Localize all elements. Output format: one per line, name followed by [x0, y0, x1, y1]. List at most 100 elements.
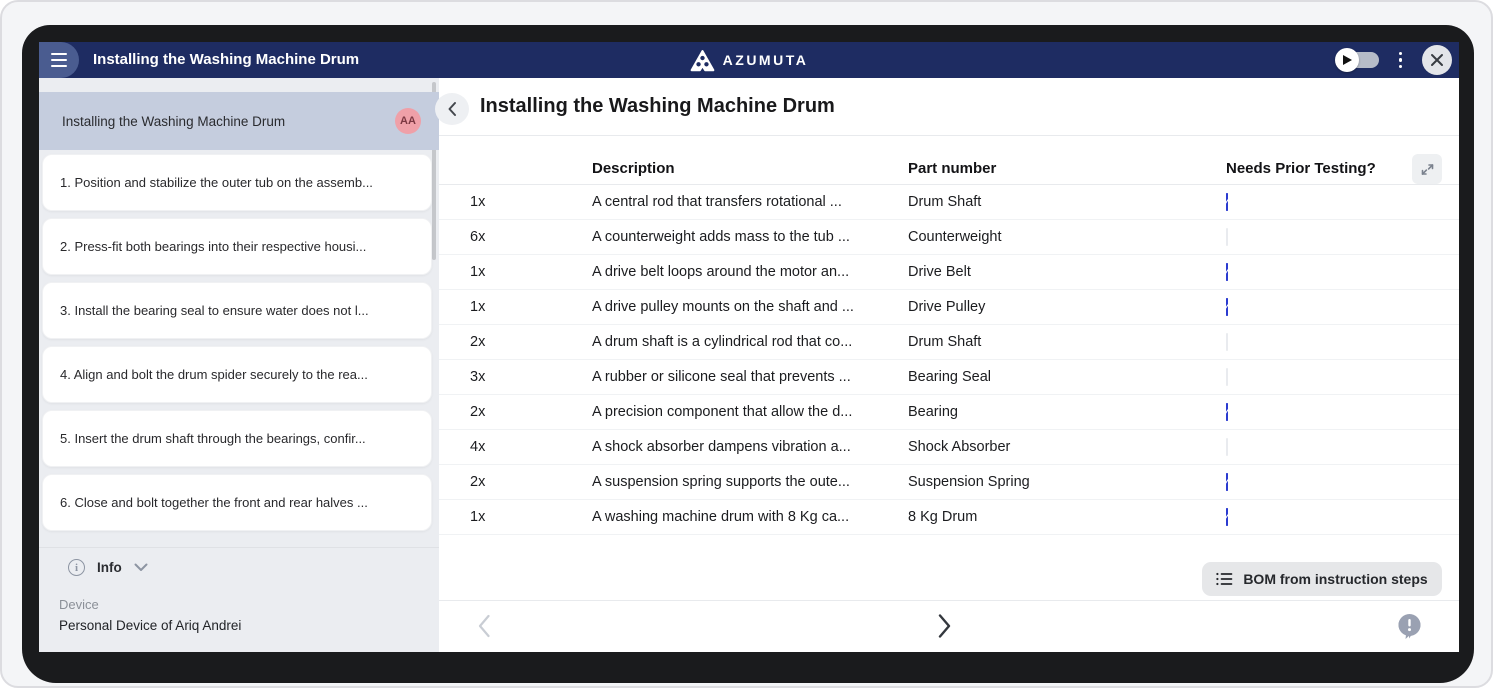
- device-label: Device: [59, 597, 99, 612]
- tablet-bezel: Installing the Washing Machine Drum AZUM…: [22, 25, 1474, 683]
- row-qty: 2x: [470, 404, 592, 420]
- table-row: 2x A drum shaft is a cylindrical rod tha…: [439, 325, 1459, 360]
- alert-bubble-icon: [1396, 613, 1423, 640]
- row-checkbox[interactable]: [1226, 333, 1228, 351]
- step-label: 3. Install the bearing seal to ensure wa…: [60, 303, 369, 318]
- info-icon: i: [68, 559, 85, 576]
- row-checkbox[interactable]: [1226, 508, 1228, 526]
- row-description: A counterweight adds mass to the tub ...: [592, 229, 908, 245]
- step-label: 1. Position and stabilize the outer tub …: [60, 175, 373, 190]
- row-part-number: Bearing Seal: [908, 369, 1226, 385]
- row-part-number: Drive Pulley: [908, 299, 1226, 315]
- step-label: 5. Insert the drum shaft through the bea…: [60, 431, 366, 446]
- sidebar-step-item[interactable]: 2. Press-fit both bearings into their re…: [42, 218, 432, 275]
- step-label: 2. Press-fit both bearings into their re…: [60, 239, 366, 254]
- alert-bubble-button[interactable]: [1396, 613, 1423, 643]
- steps-sidebar: Installing the Washing Machine Drum AA 1…: [39, 78, 439, 652]
- list-icon: [1216, 572, 1233, 586]
- app-window: Installing the Washing Machine Drum AZUM…: [39, 42, 1459, 652]
- info-label: Info: [97, 560, 122, 575]
- row-qty: 1x: [470, 509, 592, 525]
- azumuta-logo-icon: [690, 49, 715, 72]
- row-qty: 4x: [470, 439, 592, 455]
- table-row: 3x A rubber or silicone seal that preven…: [439, 360, 1459, 395]
- step-label: 4. Align and bolt the drum spider secure…: [60, 367, 368, 382]
- row-part-number: Counterweight: [908, 229, 1226, 245]
- sidebar-step-item[interactable]: 5. Insert the drum shaft through the bea…: [42, 410, 432, 467]
- row-checkbox[interactable]: [1226, 228, 1228, 246]
- row-checkbox[interactable]: [1226, 403, 1228, 421]
- close-icon: [1430, 53, 1444, 67]
- table-row: 1x A drive belt loops around the motor a…: [439, 255, 1459, 290]
- row-part-number: Bearing: [908, 404, 1226, 420]
- next-step-button[interactable]: [937, 613, 952, 642]
- row-part-number: Shock Absorber: [908, 439, 1226, 455]
- play-toggle[interactable]: [1339, 52, 1379, 68]
- part-number-column-header: Part number: [908, 160, 1226, 177]
- row-description: A shock absorber dampens vibration a...: [592, 439, 908, 455]
- sidebar-step-item[interactable]: 4. Align and bolt the drum spider secure…: [42, 346, 432, 403]
- back-button[interactable]: [435, 93, 469, 125]
- row-qty: 1x: [470, 194, 592, 210]
- table-row: 1x A washing machine drum with 8 Kg ca..…: [439, 500, 1459, 535]
- main-content: Installing the Washing Machine Drum Desc…: [439, 78, 1459, 652]
- row-checkbox[interactable]: [1226, 298, 1228, 316]
- step-label: 6. Close and bolt together the front and…: [60, 495, 368, 510]
- chevron-down-icon: [134, 563, 148, 572]
- description-column-header: Description: [592, 160, 908, 177]
- expand-table-button[interactable]: [1412, 154, 1442, 184]
- app-topbar: Installing the Washing Machine Drum AZUM…: [39, 42, 1459, 78]
- kebab-menu-icon[interactable]: [1395, 48, 1407, 73]
- row-checkbox[interactable]: [1226, 473, 1228, 491]
- row-checkbox[interactable]: [1226, 193, 1228, 211]
- topbar-title: Installing the Washing Machine Drum: [93, 42, 359, 78]
- row-qty: 6x: [470, 229, 592, 245]
- row-description: A drive belt loops around the motor an..…: [592, 264, 908, 280]
- info-toggle[interactable]: i Info: [68, 559, 148, 576]
- row-description: A drive pulley mounts on the shaft and .…: [592, 299, 908, 315]
- previous-step-button[interactable]: [477, 614, 491, 641]
- row-qty: 1x: [470, 299, 592, 315]
- expand-icon: [1420, 162, 1435, 177]
- chevron-left-icon: [447, 101, 457, 117]
- chevron-left-icon: [477, 614, 491, 638]
- sidebar-item-label: Installing the Washing Machine Drum: [62, 114, 395, 129]
- device-frame: Installing the Washing Machine Drum AZUM…: [0, 0, 1493, 688]
- sidebar-steps: 1. Position and stabilize the outer tub …: [42, 154, 432, 538]
- row-checkbox[interactable]: [1226, 263, 1228, 281]
- row-checkbox[interactable]: [1226, 368, 1228, 386]
- hamburger-icon: [51, 53, 67, 67]
- page-title: Installing the Washing Machine Drum: [480, 95, 835, 118]
- table-row: 6x A counterweight adds mass to the tub …: [439, 220, 1459, 255]
- bom-from-steps-button[interactable]: BOM from instruction steps: [1202, 562, 1442, 596]
- sidebar-step-item[interactable]: 3. Install the bearing seal to ensure wa…: [42, 282, 432, 339]
- chevron-right-icon: [937, 613, 952, 639]
- table-row: 2x A precision component that allow the …: [439, 395, 1459, 430]
- row-part-number: 8 Kg Drum: [908, 509, 1226, 525]
- row-part-number: Drive Belt: [908, 264, 1226, 280]
- row-description: A central rod that transfers rotational …: [592, 194, 908, 210]
- table-row: 4x A shock absorber dampens vibration a.…: [439, 430, 1459, 465]
- row-description: A drum shaft is a cylindrical rod that c…: [592, 334, 908, 350]
- divider: [439, 135, 1459, 136]
- close-button[interactable]: [1422, 45, 1452, 75]
- sidebar-item-overview[interactable]: Installing the Washing Machine Drum AA: [39, 92, 439, 150]
- brand-name: AZUMUTA: [723, 52, 809, 68]
- row-description: A rubber or silicone seal that prevents …: [592, 369, 908, 385]
- sidebar-step-item[interactable]: 6. Close and bolt together the front and…: [42, 474, 432, 531]
- row-qty: 1x: [470, 264, 592, 280]
- row-part-number: Suspension Spring: [908, 474, 1226, 490]
- row-qty: 2x: [470, 334, 592, 350]
- device-value: Personal Device of Ariq Andrei: [59, 618, 241, 633]
- table-header: Description Part number Needs Prior Test…: [439, 152, 1459, 185]
- row-qty: 2x: [470, 474, 592, 490]
- row-description: A washing machine drum with 8 Kg ca...: [592, 509, 908, 525]
- avatar: AA: [395, 108, 421, 134]
- play-icon: [1335, 48, 1359, 72]
- sidebar-step-item[interactable]: 1. Position and stabilize the outer tub …: [42, 154, 432, 211]
- row-checkbox[interactable]: [1226, 438, 1228, 456]
- row-part-number: Drum Shaft: [908, 194, 1226, 210]
- info-section: i Info Device Personal Device of Ariq An…: [39, 547, 439, 652]
- hamburger-button[interactable]: [39, 42, 79, 78]
- row-description: A suspension spring supports the oute...: [592, 474, 908, 490]
